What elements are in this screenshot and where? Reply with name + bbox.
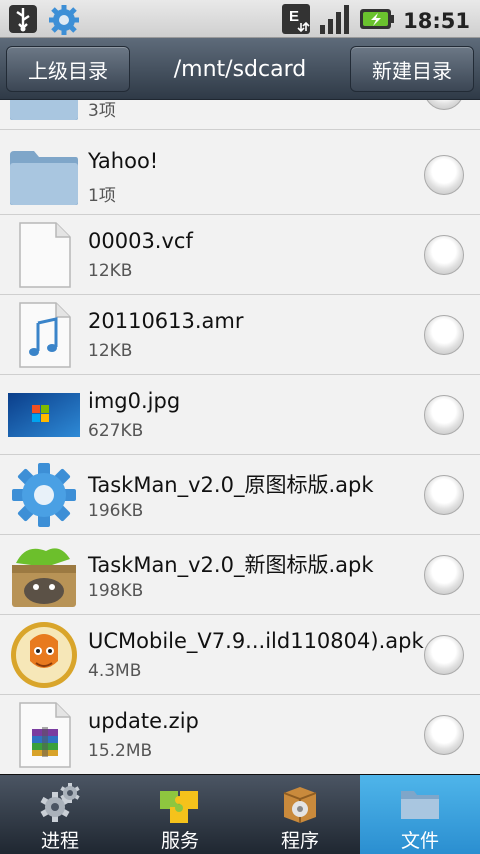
file-size: 12KB xyxy=(88,341,133,361)
select-radio[interactable] xyxy=(424,555,464,595)
svg-text:E: E xyxy=(289,8,299,25)
gear-icon xyxy=(6,461,82,529)
music-note-icon xyxy=(6,301,82,369)
select-radio[interactable] xyxy=(424,235,464,275)
file-name: UCMobile_V7.9...ild110804).apk xyxy=(88,629,424,653)
file-name: img0.jpg xyxy=(88,389,181,413)
uc-squirrel-icon xyxy=(6,621,82,689)
puzzle-icon xyxy=(158,781,202,825)
battery-charging-icon xyxy=(359,6,395,36)
file-size: 12KB xyxy=(88,261,133,281)
list-item[interactable]: TaskMan_v2.0_新图标版.apk 198KB xyxy=(0,535,480,615)
zip-archive-icon xyxy=(6,701,82,769)
list-item[interactable]: Yahoo! 1项 xyxy=(0,135,480,215)
file-size: 15.2MB xyxy=(88,741,153,761)
image-thumbnail-icon xyxy=(6,381,82,449)
new-directory-button[interactable]: 新建目录 xyxy=(350,46,474,92)
tab-label: 文件 xyxy=(400,830,439,852)
status-bar: E 18:51 xyxy=(0,0,480,38)
list-item[interactable]: 20110613.amr 12KB xyxy=(0,295,480,375)
folder-icon xyxy=(6,100,82,124)
select-radio[interactable] xyxy=(424,100,464,110)
tab-label: 进程 xyxy=(40,830,79,852)
tab-programs[interactable]: 程序 xyxy=(240,775,360,854)
list-item[interactable]: 3项 xyxy=(0,100,480,130)
file-list[interactable]: 3项 Yahoo! 1项 00003.vcf 12KB 20110613.amr… xyxy=(0,100,480,774)
select-radio[interactable] xyxy=(424,155,464,195)
select-radio[interactable] xyxy=(424,635,464,675)
title-bar: 上级目录 /mnt/sdcard 新建目录 xyxy=(0,38,480,100)
file-name: TaskMan_v2.0_原图标版.apk xyxy=(88,473,374,497)
tab-label: 服务 xyxy=(160,830,199,852)
file-size: 1项 xyxy=(88,186,116,206)
file-name: 00003.vcf xyxy=(88,229,193,253)
file-name: Yahoo! xyxy=(88,149,159,173)
list-item[interactable]: 00003.vcf 12KB xyxy=(0,215,480,295)
up-directory-button[interactable]: 上级目录 xyxy=(6,46,130,92)
gears-icon xyxy=(38,781,82,825)
totoro-box-icon xyxy=(6,541,82,609)
tab-label: 程序 xyxy=(280,830,319,852)
tab-processes[interactable]: 进程 xyxy=(0,775,120,854)
folder-icon xyxy=(6,141,82,209)
file-size: 198KB xyxy=(88,581,144,601)
select-radio[interactable] xyxy=(424,315,464,355)
folder-icon xyxy=(398,781,442,825)
document-icon xyxy=(6,221,82,289)
list-item[interactable]: UCMobile_V7.9...ild110804).apk 4.3MB xyxy=(0,615,480,695)
package-icon xyxy=(278,781,322,825)
list-item[interactable]: img0.jpg 627KB xyxy=(0,375,480,455)
file-size: 627KB xyxy=(88,421,144,441)
bottom-tab-bar: 进程 服务 程序 文件 xyxy=(0,774,480,854)
select-radio[interactable] xyxy=(424,395,464,435)
data-transfer-icon: E xyxy=(281,3,311,39)
tab-files[interactable]: 文件 xyxy=(360,775,480,854)
file-size: 196KB xyxy=(88,501,144,521)
select-radio[interactable] xyxy=(424,715,464,755)
file-size: 3项 xyxy=(88,101,116,121)
file-name: update.zip xyxy=(88,709,199,733)
usb-icon xyxy=(8,4,38,40)
select-radio[interactable] xyxy=(424,475,464,515)
signal-strength-icon xyxy=(319,3,351,39)
file-name: 20110613.amr xyxy=(88,309,244,333)
status-clock: 18:51 xyxy=(403,9,470,33)
list-item[interactable]: TaskMan_v2.0_原图标版.apk 196KB xyxy=(0,455,480,535)
file-size: 4.3MB xyxy=(88,661,142,681)
settings-gear-icon xyxy=(48,4,80,40)
current-path: /mnt/sdcard xyxy=(173,56,307,82)
tab-services[interactable]: 服务 xyxy=(120,775,240,854)
file-name: TaskMan_v2.0_新图标版.apk xyxy=(88,553,374,577)
list-item[interactable]: update.zip 15.2MB xyxy=(0,695,480,774)
